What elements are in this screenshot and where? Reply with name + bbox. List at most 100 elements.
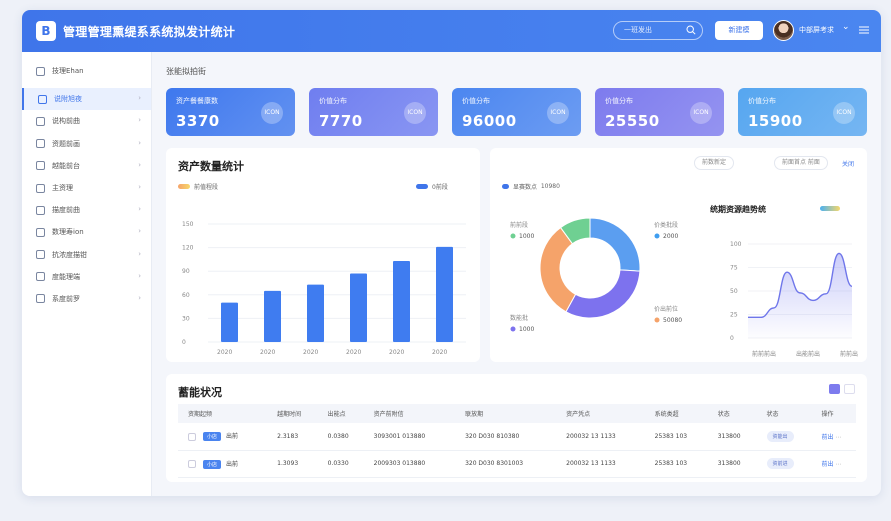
breadcrumb: 张能拟拍街 <box>166 67 206 76</box>
sidebar-item-label: 说构前曲 <box>52 117 80 126</box>
sidebar-item-icon <box>36 161 45 171</box>
sidebar-item[interactable]: 资题前画 › <box>22 133 151 155</box>
bar[interactable] <box>436 246 453 342</box>
table-cell: 资前进 <box>756 450 812 478</box>
y-tick-label: 120 <box>182 245 194 252</box>
table-title: 蓄能状况 <box>178 386 222 399</box>
sidebar-item[interactable]: 系度前罗 › <box>22 288 151 310</box>
status-badge: 资能出 <box>766 430 794 442</box>
chevron-right-icon: › <box>138 94 141 103</box>
chart-icon: ICON <box>261 102 283 124</box>
user-name[interactable]: 中部屏考求 <box>799 25 834 35</box>
chevron-right-icon: › <box>138 249 141 258</box>
y-tick-label: 0 <box>182 339 186 346</box>
sidebar-item-label: 抗浓度描钳 <box>52 250 87 259</box>
stat-card[interactable]: 价值分布 96000 ICON <box>452 88 581 136</box>
sidebar-item-icon <box>36 205 45 215</box>
chevron-right-icon: › <box>138 160 141 169</box>
column-header[interactable]: 资期起频 <box>178 404 268 423</box>
sidebar-item-label: 数理寿ion <box>52 228 84 237</box>
column-header[interactable]: 出能点 <box>317 404 364 423</box>
table-row[interactable]: 小店 出前 2.3183 0.0380 3093001 013880 320 D030 8… <box>178 423 856 451</box>
column-header[interactable]: 联放期 <box>455 404 557 423</box>
chart-icon: ICON <box>404 102 426 124</box>
new-button[interactable]: 新建模 <box>715 21 763 40</box>
sidebar-item-label: 主资理 <box>52 184 73 193</box>
user-avatar[interactable] <box>773 20 794 41</box>
table-cell: 小店 出前 <box>178 423 268 451</box>
row-checkbox[interactable] <box>188 432 196 441</box>
row-tag: 小店 <box>203 432 222 442</box>
sidebar-item[interactable]: 越能前台 › <box>22 155 151 177</box>
sidebar-item[interactable]: 说构前曲 › <box>22 110 151 132</box>
search-input[interactable]: 一班发出 <box>613 21 703 40</box>
more-icon[interactable]: ⋯ <box>835 434 841 441</box>
chevron-down-icon[interactable]: ⌄ <box>842 22 850 32</box>
stat-card[interactable]: 资产餐餐康数 3370 ICON <box>166 88 295 136</box>
sidebar: 技理Ehan 说附旭夜 › 说构前曲 › 资题前画 › 越能前台 › 主资理 › 描度前曲 › 数理寿i… <box>22 52 152 496</box>
sidebar-item[interactable]: 描度前曲 › <box>22 199 151 221</box>
sidebar-item-label: 说附旭夜 <box>54 95 82 104</box>
bar[interactable] <box>393 260 410 342</box>
menu-icon[interactable] <box>858 24 870 36</box>
bar[interactable] <box>264 290 281 342</box>
column-header[interactable]: 状态 <box>756 404 812 423</box>
row-checkbox[interactable] <box>188 460 196 468</box>
status-badge: 资前进 <box>766 458 794 469</box>
table-panel: 蓄能状况 资期起频 越期时间 出能点 资产前附信 联放期 资产凭点 系统类超 状态 状态 操作 小… <box>166 374 867 482</box>
grid-view-icon[interactable] <box>829 384 840 394</box>
table-cell: 320 D030 8301003 <box>455 450 557 478</box>
column-header[interactable]: 系统类超 <box>644 404 708 423</box>
bar[interactable] <box>350 273 367 342</box>
top-bar: B 管理管理熏缇系系统拟发计统计 一班发出 新建模 中部屏考求 ⌄ <box>22 10 881 52</box>
table-body: 小店 出前 2.3183 0.0380 3093001 013880 320 D030 8… <box>178 423 856 478</box>
stat-card[interactable]: 价值分布 25550 ICON <box>595 88 724 136</box>
more-icon[interactable]: ⋯ <box>835 461 841 468</box>
y-tick-label: 0 <box>730 335 734 342</box>
column-header[interactable]: 资产凭点 <box>556 404 645 423</box>
chevron-right-icon: › <box>138 271 141 280</box>
sidebar-item[interactable]: 数理寿ion › <box>22 221 151 243</box>
chevron-right-icon: › <box>138 116 141 125</box>
y-tick-label: 25 <box>730 312 738 319</box>
column-header[interactable]: 状态 <box>707 404 757 423</box>
sidebar-item[interactable]: 度能理端 › <box>22 266 151 288</box>
x-tick-label: 2020 <box>303 349 318 356</box>
column-header[interactable]: 资产前附信 <box>363 404 456 423</box>
row-action-link[interactable]: 前出 <box>822 434 834 441</box>
sidebar-item-icon <box>36 116 45 126</box>
search-placeholder: 一班发出 <box>624 26 652 34</box>
table-cell: 3093001 013880 <box>363 423 456 451</box>
x-tick-label: 2020 <box>260 349 275 356</box>
column-header[interactable]: 操作 <box>811 404 856 423</box>
y-tick-label: 90 <box>182 268 190 275</box>
table-row[interactable]: 小店 出前 1.3093 0.0330 2009303 013880 320 D030 8… <box>178 450 856 478</box>
column-header[interactable]: 越期时间 <box>267 404 318 423</box>
search-icon[interactable] <box>686 25 696 35</box>
sidebar-header[interactable]: 技理Ehan <box>22 60 151 82</box>
table-cell: 25383 103 <box>644 450 708 478</box>
app-logo: B <box>36 21 56 41</box>
table-cell: 0.0380 <box>317 423 364 451</box>
sidebar-item-icon <box>36 183 45 193</box>
distribution-panel: 显赛数点 10980 前数新定 前面首点 前面 关闭 统期资源趋势统 前前段 10… <box>490 148 867 362</box>
table-cell: 2.3183 <box>267 423 318 451</box>
list-view-icon[interactable] <box>844 384 855 394</box>
chevron-right-icon: › <box>138 182 141 191</box>
bar[interactable] <box>221 302 238 342</box>
y-tick-label: 75 <box>730 265 738 272</box>
x-tick-label: 2020 <box>389 349 404 356</box>
x-tick-label: 前前出 <box>840 350 858 358</box>
stat-card[interactable]: 价值分布 15900 ICON <box>738 88 867 136</box>
row-action-link[interactable]: 前出 <box>822 461 834 468</box>
y-tick-label: 50 <box>730 288 738 295</box>
sidebar-item[interactable]: 说附旭夜 › <box>22 88 151 111</box>
table-cell: 200032 13 1133 <box>556 423 645 451</box>
y-tick-label: 100 <box>730 241 742 248</box>
table-header-row: 资期起频 越期时间 出能点 资产前附信 联放期 资产凭点 系统类超 状态 状态 操作 <box>178 404 856 423</box>
sidebar-item[interactable]: 抗浓度描钳 › <box>22 244 151 266</box>
stat-card[interactable]: 价值分布 7770 ICON <box>309 88 438 136</box>
bar[interactable] <box>307 284 324 342</box>
sidebar-item[interactable]: 主资理 › <box>22 177 151 199</box>
chart-icon: ICON <box>690 102 712 124</box>
